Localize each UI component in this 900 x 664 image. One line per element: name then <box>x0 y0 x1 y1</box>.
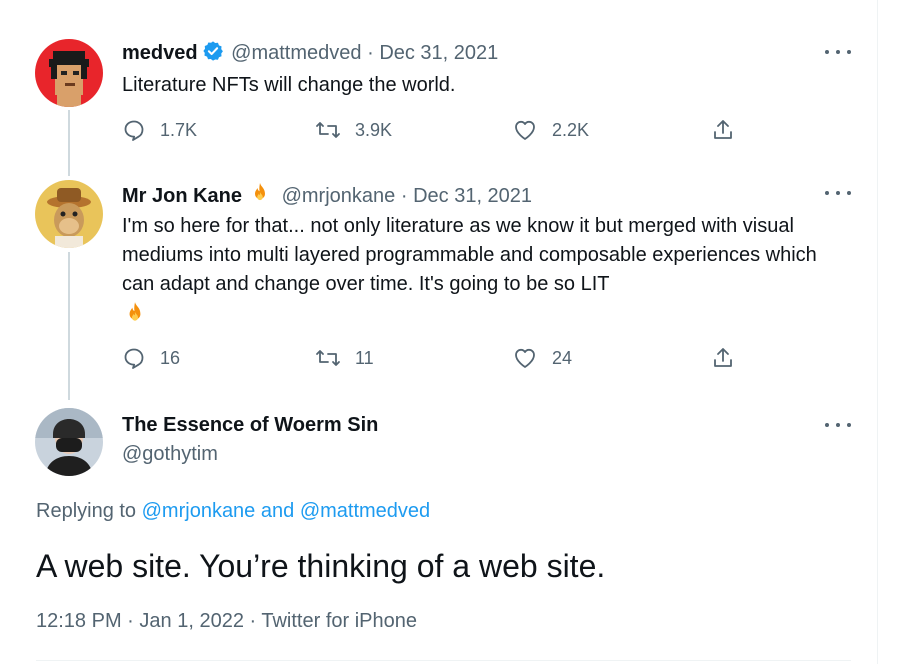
author-name[interactable]: The Essence of Woerm Sin <box>122 414 378 436</box>
more-options-icon[interactable] <box>825 415 851 435</box>
reply-handle-link[interactable]: @mrjonkane <box>142 500 256 522</box>
tweet-date[interactable]: Jan 1, 2022 <box>139 610 244 632</box>
masked-person-avatar[interactable] <box>35 408 103 476</box>
retweet-count: 3.9K <box>355 119 393 140</box>
retweet-icon <box>315 118 341 142</box>
like-count: 24 <box>552 347 573 368</box>
tweet-date[interactable]: Dec 31, 2021 <box>413 185 532 207</box>
tweet-header: Mr Jon Kane @mrjonkane · Dec 31, 2021 <box>122 181 532 212</box>
reply-count: 1.7K <box>160 119 198 140</box>
replying-to-label: Replying to <box>36 500 137 522</box>
more-options-icon[interactable] <box>825 183 851 203</box>
share-icon <box>711 118 735 142</box>
like-button[interactable]: 24 <box>512 346 572 370</box>
heart-icon <box>512 118 538 142</box>
like-button[interactable]: 2.2K <box>512 118 589 142</box>
fire-emoji-icon <box>122 300 148 331</box>
tweet-source[interactable]: Twitter for iPhone <box>261 610 417 632</box>
pixel-punk-avatar[interactable] <box>35 39 103 107</box>
share-button[interactable] <box>711 118 735 142</box>
share-button[interactable] <box>711 346 735 370</box>
reply-icon <box>122 118 146 142</box>
reply-handle-link[interactable]: @mattmedved <box>300 500 430 522</box>
tweet-header: medved @mattmedved · Dec 31, 2021 <box>122 40 498 69</box>
author-handle[interactable]: @gothytim <box>122 443 218 466</box>
focused-tweet-text: A web site. You’re thinking of a web sit… <box>36 548 606 584</box>
separator: · <box>127 610 134 632</box>
author-name[interactable]: medved <box>122 42 198 64</box>
thread-connector-line <box>68 252 70 400</box>
reply-icon <box>122 346 146 370</box>
divider <box>36 660 851 661</box>
tweet-actions: 16 11 24 <box>122 346 742 372</box>
separator: · <box>249 610 257 632</box>
replying-to-line: Replying to @mrjonkane and @mattmedved <box>36 500 430 523</box>
share-icon <box>711 346 735 370</box>
ape-avatar[interactable] <box>35 180 103 248</box>
verified-badge-icon <box>202 40 224 69</box>
reply-button[interactable]: 1.7K <box>122 118 197 142</box>
retweet-icon <box>315 346 341 370</box>
thread-connector-line <box>68 110 70 176</box>
tweet-text: Literature NFTs will change the world. <box>122 74 456 96</box>
tweet-metadata: 12:18 PM · Jan 1, 2022 · Twitter for iPh… <box>36 610 417 633</box>
tweet-date[interactable]: Dec 31, 2021 <box>379 42 498 64</box>
focused-author-name: The Essence of Woerm Sin <box>122 412 378 438</box>
reply-count: 16 <box>160 347 181 368</box>
author-name[interactable]: Mr Jon Kane <box>122 185 242 207</box>
reply-and-text: and <box>260 500 295 522</box>
tweet-time[interactable]: 12:18 PM <box>36 610 122 632</box>
fire-emoji-icon <box>248 181 272 212</box>
tweet-thread-panel: medved @mattmedved · Dec 31, 2021 Litera… <box>0 0 878 664</box>
tweet-actions: 1.7K 3.9K 2.2K <box>122 118 742 144</box>
separator: · <box>400 185 408 207</box>
retweet-button[interactable]: 11 <box>315 346 374 370</box>
retweet-button[interactable]: 3.9K <box>315 118 392 142</box>
reply-button[interactable]: 16 <box>122 346 180 370</box>
like-count: 2.2K <box>552 119 590 140</box>
heart-icon <box>512 346 538 370</box>
retweet-count: 11 <box>355 347 374 368</box>
tweet-text: I'm so here for that... not only literat… <box>122 215 817 295</box>
separator: · <box>367 42 374 64</box>
more-options-icon[interactable] <box>825 42 851 62</box>
author-handle[interactable]: @mrjonkane <box>282 185 396 207</box>
author-handle[interactable]: @mattmedved <box>231 42 361 64</box>
